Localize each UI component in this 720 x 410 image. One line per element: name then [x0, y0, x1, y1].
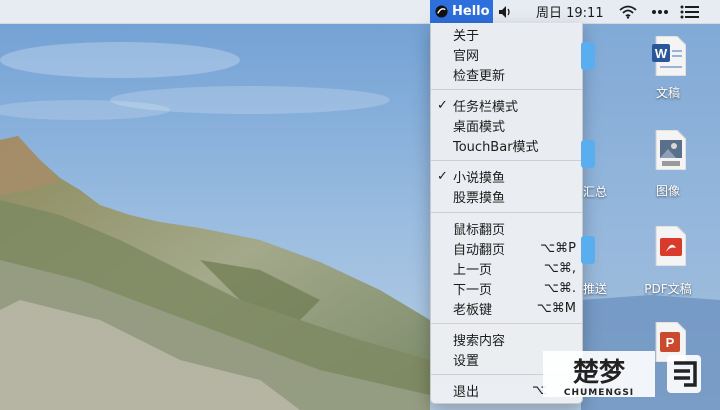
control-center-menu-extra[interactable] [680, 0, 700, 23]
menu-item-label: 老板键 [453, 302, 493, 318]
menu-item-label: 股票摸鱼 [453, 190, 506, 206]
folder-icon[interactable] [581, 236, 595, 264]
menu-item-label: 鼠标翻页 [453, 222, 506, 238]
menu-separator [431, 212, 582, 213]
menu-item-label: 上一页 [453, 262, 493, 278]
menu-bar: Hello 周日 19:11 [0, 0, 720, 24]
watermark-title: 楚梦 [573, 358, 626, 388]
file-name: 图像 [655, 184, 680, 198]
menu-item-label: 官网 [453, 48, 480, 64]
menu-item-label: 小说摸鱼 [453, 170, 506, 186]
menu-item-label: 桌面模式 [453, 119, 506, 135]
wifi-menu-extra[interactable] [618, 0, 638, 23]
menu-item-website[interactable]: 官网 [431, 44, 582, 64]
hello-app-icon [435, 5, 448, 18]
shortcut-label: ⌥⌘P [540, 240, 576, 256]
menu-item-label: 关于 [453, 28, 480, 44]
menu-item-label: 任务栏模式 [453, 99, 519, 115]
folder-icon[interactable] [581, 140, 595, 168]
watermark-subtitle: CHUMENGSI [564, 388, 634, 398]
clock[interactable]: 周日 19:11 [536, 0, 604, 23]
menu-separator [431, 160, 582, 161]
hello-dropdown-menu: 关于 官网 检查更新 ✓ 任务栏模式 桌面模式 TouchBar模式 ✓ 小说摸… [430, 23, 583, 404]
folder-name[interactable]: 推送 [583, 280, 607, 297]
jpeg-image-icon [655, 130, 686, 170]
menu-item-touchbar-mode[interactable]: TouchBar模式 [431, 135, 582, 155]
ellipsis-icon [652, 9, 668, 14]
word-document-icon: W [652, 36, 686, 76]
svg-text:P: P [666, 335, 675, 350]
desktop-file-image[interactable]: 图像 [633, 130, 703, 200]
menu-item-label: 设置 [453, 353, 480, 369]
volume-menu-extra[interactable] [498, 0, 514, 23]
hello-menu-title: Hello [452, 4, 490, 19]
menu-item-taskbar-mode[interactable]: ✓ 任务栏模式 [431, 95, 582, 115]
menu-item-label: 退出 [453, 384, 480, 400]
menu-item-prev-page[interactable]: 上一页 ⌥⌘, [431, 258, 582, 278]
menu-item-check-update[interactable]: 检查更新 [431, 64, 582, 84]
menu-separator [431, 89, 582, 90]
menu-item-boss-key[interactable]: 老板键 ⌥⌘M [431, 298, 582, 318]
folder-icon[interactable] [581, 42, 595, 70]
menu-item-label: 下一页 [453, 282, 493, 298]
menu-item-novel-mode[interactable]: ✓ 小说摸鱼 [431, 166, 582, 186]
folder-name[interactable]: 汇总 [583, 183, 607, 200]
shortcut-label: ⌥⌘. [543, 280, 576, 296]
pdf-document-icon [655, 226, 686, 266]
menu-item-next-page[interactable]: 下一页 ⌥⌘. [431, 278, 582, 298]
menu-item-label: 检查更新 [453, 68, 506, 84]
shortcut-label: ⌥⌘M [536, 300, 576, 316]
checkmark-icon: ✓ [437, 97, 448, 113]
checkmark-icon: ✓ [437, 168, 448, 184]
menu-item-label: 搜索内容 [453, 333, 506, 349]
shortcut-label: ⌥⌘, [543, 260, 576, 276]
wifi-icon [619, 5, 637, 19]
watermark-logo: 楚梦 CHUMENGSI [543, 351, 701, 398]
hello-menu-extra[interactable]: Hello [430, 0, 493, 23]
file-name: 文稿 [655, 86, 680, 100]
desktop-file-pdf[interactable]: PDF文稿 [633, 226, 703, 298]
file-name: PDF文稿 [644, 282, 692, 296]
menu-item-search-content[interactable]: 搜索内容 [431, 329, 582, 349]
speaker-icon [499, 5, 510, 18]
menu-item-auto-page[interactable]: 自动翻页 ⌥⌘P [431, 238, 582, 258]
menu-item-desktop-mode[interactable]: 桌面模式 [431, 115, 582, 135]
menu-item-label: 自动翻页 [453, 242, 506, 258]
desktop-wallpaper [0, 0, 720, 410]
svg-text:W: W [655, 46, 668, 61]
desktop-file-word[interactable]: W 文稿 [633, 36, 703, 106]
control-center-icon [680, 5, 699, 18]
menu-item-about[interactable]: 关于 [431, 24, 582, 44]
menu-item-label: TouchBar模式 [453, 139, 539, 155]
more-menu-extra[interactable] [651, 0, 669, 23]
menu-item-stock-mode[interactable]: 股票摸鱼 [431, 186, 582, 206]
menu-item-mouse-page[interactable]: 鼠标翻页 [431, 218, 582, 238]
menu-separator [431, 323, 582, 324]
